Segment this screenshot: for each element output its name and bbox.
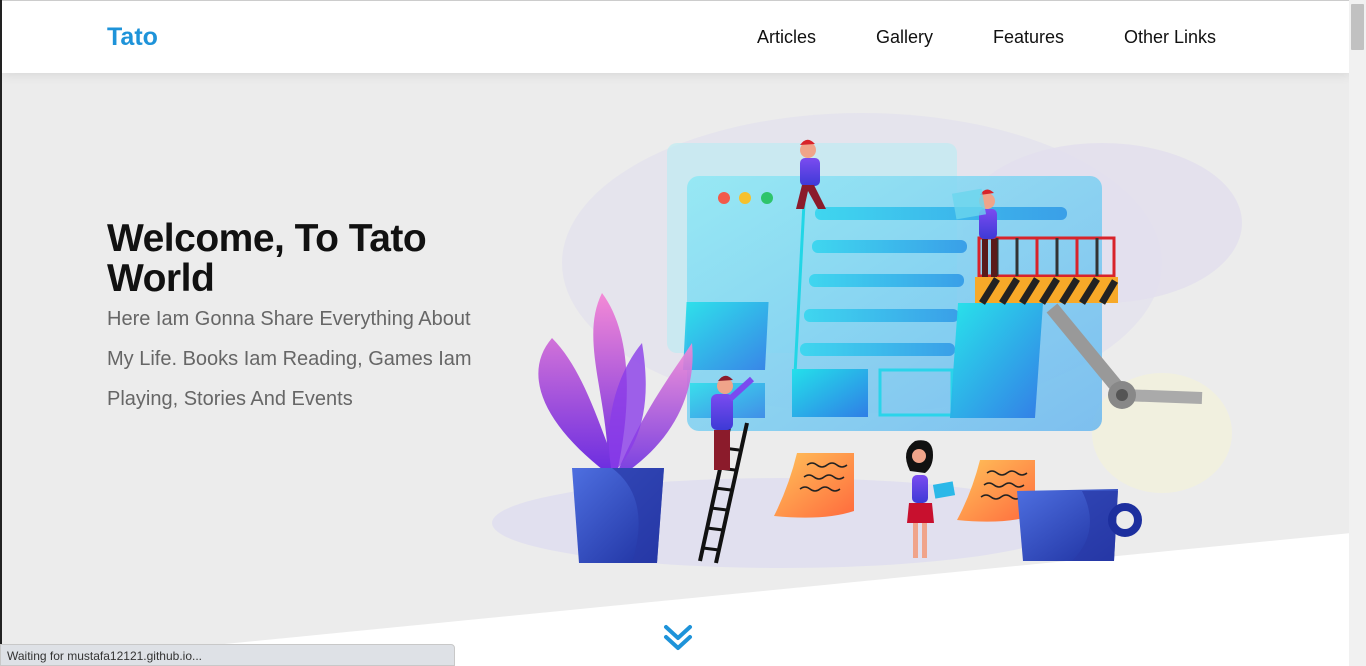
nav-other-links[interactable]: Other Links <box>1124 27 1216 48</box>
scrollbar-thumb[interactable] <box>1351 4 1364 50</box>
page: Tato Articles Gallery Features Other Lin… <box>0 0 1349 666</box>
nav-articles[interactable]: Articles <box>757 27 816 48</box>
nav-features[interactable]: Features <box>993 27 1064 48</box>
hero-description: Here Iam Gonna Share Everything About My… <box>107 308 472 410</box>
browser-status-bar: Waiting for mustafa12121.github.io... <box>0 644 455 666</box>
nav-gallery[interactable]: Gallery <box>876 27 933 48</box>
hero-illustration <box>492 113 1242 568</box>
site-header: Tato Articles Gallery Features Other Lin… <box>2 0 1349 73</box>
mug <box>1017 489 1142 561</box>
hero-title: Welcome, To Tato World <box>107 217 427 300</box>
hero-section: Welcome, To Tato World Here Iam Gonna Sh… <box>2 73 1349 666</box>
vertical-scrollbar[interactable] <box>1349 0 1366 666</box>
logo[interactable]: Tato <box>107 23 158 52</box>
double-chevron-down-icon[interactable] <box>662 623 694 653</box>
